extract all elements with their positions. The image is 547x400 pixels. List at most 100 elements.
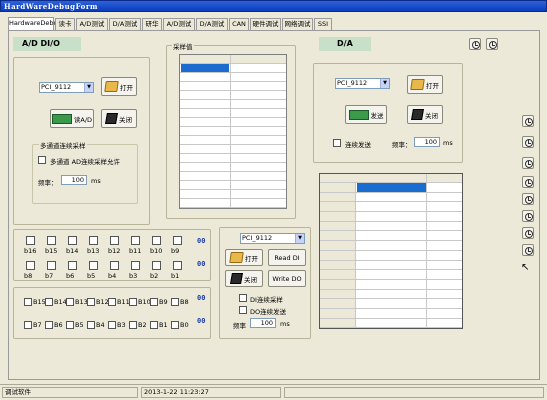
bit-checkbox[interactable]	[108, 321, 116, 329]
da-freq-label: 频率：	[392, 141, 412, 149]
bit-checkbox[interactable]	[129, 321, 137, 329]
bit-checkbox[interactable]	[87, 298, 95, 306]
da-open-button[interactable]: 打开	[407, 75, 443, 94]
ad-freq-unit: ms	[91, 177, 101, 185]
bit-label: B11	[117, 298, 130, 306]
bit-checkbox[interactable]	[66, 321, 74, 329]
bit-checkbox[interactable]	[47, 236, 56, 245]
sample-grid[interactable]	[179, 54, 287, 209]
bit-checkbox[interactable]	[45, 298, 53, 306]
bit-checkbox[interactable]	[68, 236, 77, 245]
bit-checkbox[interactable]	[89, 261, 98, 270]
bit-checkbox[interactable]	[26, 236, 35, 245]
bit-checkbox[interactable]	[45, 321, 53, 329]
bit-checkbox[interactable]	[150, 321, 158, 329]
ad-read-button[interactable]: 读A/D	[50, 109, 94, 128]
clock-icon[interactable]	[522, 176, 534, 188]
clock-icon[interactable]	[522, 244, 534, 256]
clock-icon[interactable]	[522, 157, 534, 169]
grid-row	[320, 251, 462, 261]
tab-network-debug[interactable]: 网络调试	[282, 18, 313, 30]
bit-checkbox[interactable]	[24, 321, 32, 329]
tab-da-test-2[interactable]: D/A测试	[196, 18, 228, 30]
clock-icon[interactable]	[522, 193, 534, 205]
read-di-button[interactable]: Read DI	[268, 249, 306, 266]
clock-icon[interactable]	[486, 38, 498, 50]
da-freq-input[interactable]: 100	[414, 137, 440, 147]
da-device-select[interactable]: PCI_9112 ▼	[335, 78, 390, 89]
grid-row	[180, 82, 286, 91]
tab-hardwaredebug[interactable]: HardwareDebug	[8, 17, 62, 30]
grid-row	[180, 100, 286, 109]
bit-checkbox[interactable]	[152, 236, 161, 245]
bit-label: B10	[138, 298, 151, 306]
tab-can[interactable]: CAN	[229, 18, 249, 30]
grid-row	[180, 73, 286, 82]
ad-open-button[interactable]: 打开	[101, 77, 137, 96]
bit-checkbox[interactable]	[108, 298, 116, 306]
bit-checkbox[interactable]	[131, 261, 140, 270]
bit-label: b14	[66, 247, 79, 255]
da-continuous-checkbox[interactable]	[333, 139, 341, 147]
ad-device-select[interactable]: PCI_9112 ▼	[39, 82, 94, 93]
clock-icon[interactable]	[522, 115, 534, 127]
ad-close-button[interactable]: 关闭	[101, 109, 137, 128]
tab-hardware-debug[interactable]: 硬件调试	[250, 18, 281, 30]
tab-ssi[interactable]: SSI	[314, 18, 332, 30]
di-continuous-checkbox[interactable]	[239, 294, 247, 302]
bit-label: B4	[96, 321, 105, 329]
dio-device-select[interactable]: PCI_9112 ▼	[240, 233, 305, 244]
tab-read-card[interactable]: 读卡	[55, 18, 75, 30]
bit-checkbox[interactable]	[171, 298, 179, 306]
tab-ad-test-2[interactable]: A/D测试	[163, 18, 195, 30]
grid-row	[180, 136, 286, 145]
tab-ad-test[interactable]: A/D测试	[76, 18, 108, 30]
bits-top-led-2: 00	[197, 260, 206, 268]
bit-checkbox[interactable]	[87, 321, 95, 329]
dio-freq-input[interactable]: 100	[250, 318, 276, 328]
grid-row	[180, 91, 286, 100]
da-open-label: 打开	[426, 81, 439, 90]
clock-icon[interactable]	[469, 38, 481, 50]
bits-bottom-led-1: 00	[197, 294, 206, 302]
bit-checkbox[interactable]	[89, 236, 98, 245]
bits-top-led-1: 00	[197, 237, 206, 245]
bit-checkbox[interactable]	[150, 298, 158, 306]
write-do-button[interactable]: Write DO	[268, 270, 306, 287]
bit-label: B7	[33, 321, 42, 329]
grid-row	[180, 109, 286, 118]
bit-checkbox[interactable]	[171, 321, 179, 329]
mouse-cursor-icon: ↖	[521, 262, 530, 273]
grid-row	[180, 172, 286, 181]
bit-checkbox[interactable]	[110, 236, 119, 245]
dio-close-button[interactable]: 关闭	[225, 270, 263, 287]
clock-icon[interactable]	[522, 227, 534, 239]
bit-checkbox[interactable]	[152, 261, 161, 270]
bit-checkbox[interactable]	[173, 236, 182, 245]
tab-da-test[interactable]: D/A测试	[109, 18, 141, 30]
clock-icon[interactable]	[522, 210, 534, 222]
clock-icon[interactable]	[522, 136, 534, 148]
bit-label: B12	[96, 298, 109, 306]
dio-open-button[interactable]: 打开	[225, 249, 263, 266]
bit-checkbox[interactable]	[26, 261, 35, 270]
bit-checkbox[interactable]	[47, 261, 56, 270]
do-continuous-checkbox[interactable]	[239, 306, 247, 314]
bit-checkbox[interactable]	[66, 298, 74, 306]
bit-checkbox[interactable]	[24, 298, 32, 306]
bit-checkbox[interactable]	[110, 261, 119, 270]
grid-row	[180, 118, 286, 127]
grid-row	[320, 319, 462, 329]
bit-checkbox[interactable]	[131, 236, 140, 245]
ad-freq-input[interactable]: 100	[61, 175, 87, 185]
ad-continuous-checkbox[interactable]	[38, 156, 46, 164]
bit-checkbox[interactable]	[129, 298, 137, 306]
da-grid[interactable]	[319, 173, 463, 329]
da-send-button[interactable]: 发送	[345, 105, 387, 124]
da-close-button[interactable]: 关闭	[407, 105, 443, 124]
bit-checkbox[interactable]	[173, 261, 182, 270]
grid-row	[320, 290, 462, 300]
da-close-label: 关闭	[425, 111, 438, 120]
tab-advantech[interactable]: 研华	[142, 18, 162, 30]
bit-checkbox[interactable]	[68, 261, 77, 270]
